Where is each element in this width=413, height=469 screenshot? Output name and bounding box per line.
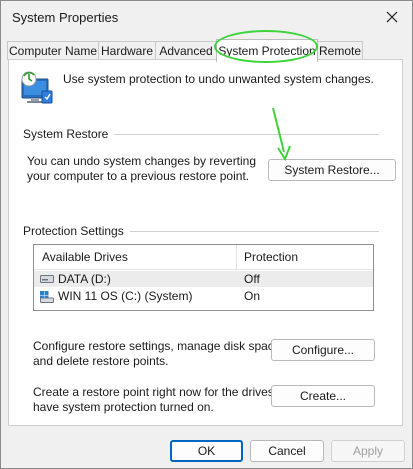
tab-hardware[interactable]: Hardware (98, 41, 156, 60)
system-restore-description-line1: You can undo system changes by reverting (27, 154, 257, 168)
drive-icon (40, 275, 54, 283)
window-title: System Properties (12, 10, 119, 25)
drive-row-data[interactable]: DATA (D:) Off (34, 271, 373, 287)
column-separator (236, 245, 237, 269)
tab-panel (8, 59, 403, 426)
drives-list-header: Available Drives Protection (34, 245, 373, 270)
close-icon (386, 11, 398, 23)
drive-protection-status: On (244, 289, 261, 303)
system-restore-description-line2: your computer to a previous restore poin… (27, 169, 250, 183)
create-button[interactable]: Create... (271, 385, 375, 407)
configure-button[interactable]: Configure... (271, 339, 375, 361)
close-button[interactable] (380, 5, 404, 29)
system-restore-heading: System Restore (23, 127, 115, 141)
drives-list[interactable]: Available Drives Protection DATA (D:) Of… (33, 244, 374, 311)
tab-remote[interactable]: Remote (317, 41, 363, 60)
column-protection[interactable]: Protection (244, 250, 298, 264)
tab-computer-name[interactable]: Computer Name (7, 41, 99, 60)
annotation-arrow (272, 107, 291, 162)
column-available-drives[interactable]: Available Drives (42, 250, 128, 264)
system-protection-icon (19, 71, 55, 107)
protection-settings-heading: Protection Settings (23, 224, 130, 238)
tab-advanced[interactable]: Advanced (155, 41, 217, 60)
system-drive-icon (40, 291, 54, 303)
annotation-circle (214, 30, 318, 63)
drive-protection-status: Off (244, 272, 260, 286)
create-description-line2: have system protection turned on. (33, 400, 214, 414)
intro-text: Use system protection to undo unwanted s… (63, 72, 374, 86)
system-restore-button[interactable]: System Restore... (268, 159, 396, 181)
drive-name: WIN 11 OS (C:) (System) (58, 289, 193, 303)
drive-row-win11[interactable]: WIN 11 OS (C:) (System) On (34, 288, 373, 304)
tab-bar: Computer Name Hardware Advanced System P… (1, 39, 412, 62)
create-description-line1: Create a restore point right now for the… (33, 385, 298, 399)
configure-description-line2: and delete restore points. (33, 354, 169, 368)
title-bar: System Properties (1, 1, 412, 33)
cancel-button[interactable]: Cancel (250, 440, 324, 462)
system-properties-window: System Properties Computer Name Hardware… (0, 0, 413, 469)
drive-name: DATA (D:) (58, 272, 111, 286)
configure-description-line1: Configure restore settings, manage disk … (33, 339, 284, 353)
ok-button[interactable]: OK (170, 440, 243, 462)
apply-button[interactable]: Apply (331, 440, 405, 462)
